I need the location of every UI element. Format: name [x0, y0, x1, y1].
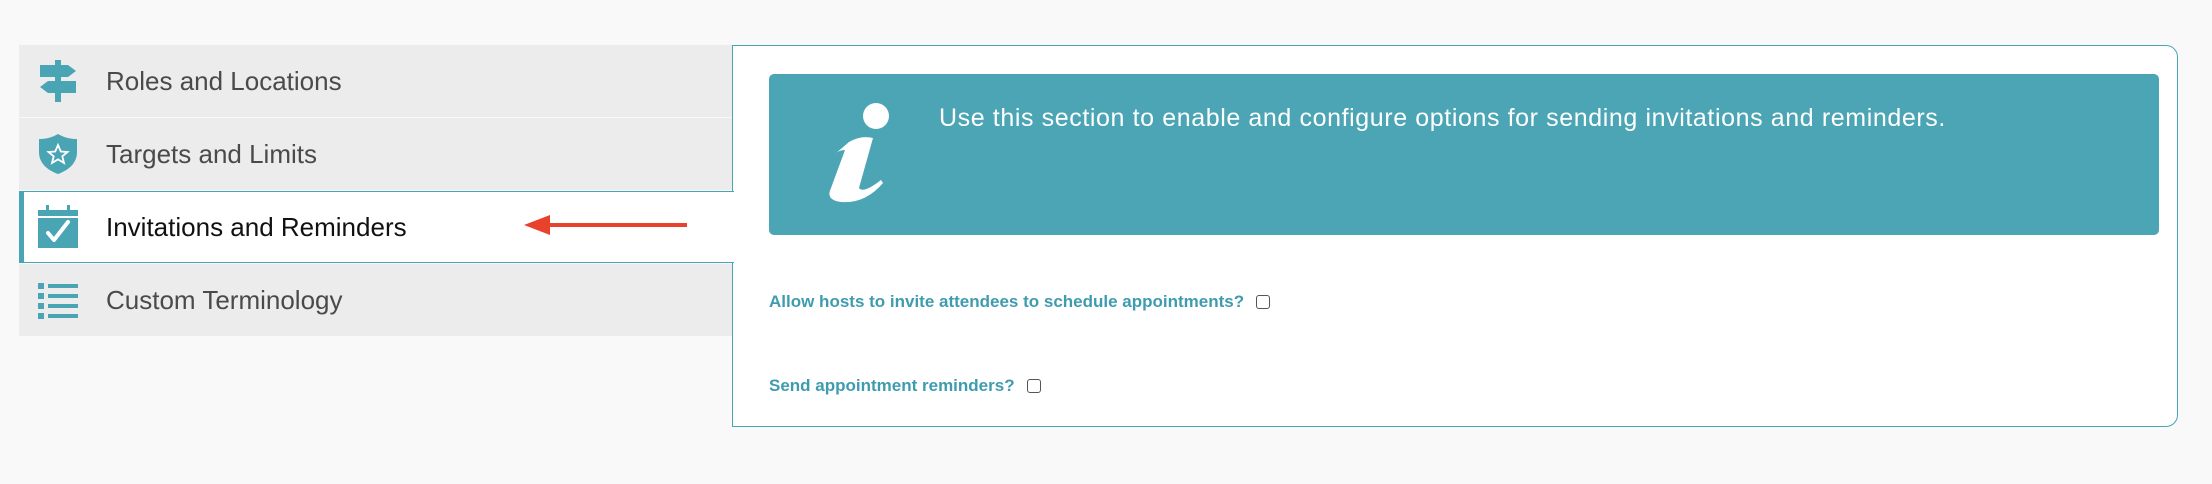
sidebar-item-label: Targets and Limits: [106, 138, 317, 169]
sidebar-item-label: Invitations and Reminders: [106, 211, 407, 242]
info-text: Use this section to enable and configure…: [939, 104, 1946, 132]
info-banner: Use this section to enable and configure…: [769, 74, 2159, 235]
sidebar-item-custom-terminology[interactable]: Custom Terminology: [19, 264, 733, 336]
option-invite-attendees: Allow hosts to invite attendees to sched…: [769, 292, 1271, 312]
sidebar-item-targets-and-limits[interactable]: Targets and Limits: [19, 118, 733, 190]
invite-attendees-checkbox[interactable]: [1256, 295, 1271, 309]
shield-star-icon: [35, 131, 81, 177]
option-send-reminders: Send appointment reminders?: [769, 376, 1041, 396]
settings-sidebar: Roles and Locations Targets and Limits I…: [19, 45, 734, 336]
send-reminders-checkbox[interactable]: [1026, 379, 1041, 393]
signpost-icon: [35, 58, 81, 104]
option-label: Allow hosts to invite attendees to sched…: [769, 292, 1245, 311]
arrow-left-icon: [524, 215, 687, 235]
settings-content-panel: Use this section to enable and configure…: [732, 45, 2178, 427]
sidebar-item-label: Custom Terminology: [106, 284, 343, 315]
info-icon: [821, 102, 897, 211]
sidebar-item-label: Roles and Locations: [106, 65, 342, 96]
calendar-check-icon: [35, 204, 81, 250]
list-icon: [35, 277, 81, 323]
sidebar-item-roles-and-locations[interactable]: Roles and Locations: [19, 45, 733, 117]
option-label: Send appointment reminders?: [769, 376, 1015, 395]
